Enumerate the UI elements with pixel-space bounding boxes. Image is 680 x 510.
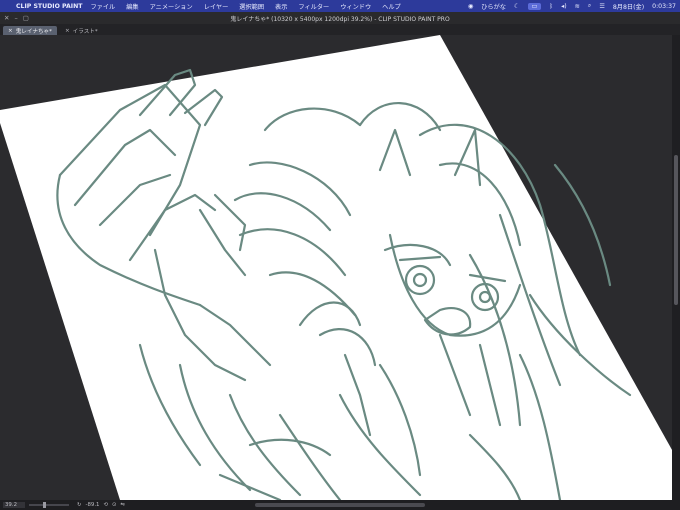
flip-icon[interactable]: ⇋ xyxy=(121,502,126,508)
window-controls: ✕ – ▢ xyxy=(4,12,34,24)
menubar-status-area: ◉ ひらがな ☾ ▭ ᛒ ◂) ≋ ⌕ ☰ 8月8日(金) 0:03:37 xyxy=(460,0,680,12)
menubar-date[interactable]: 8月8日(金) xyxy=(613,2,644,11)
status-bar: 39.2 ↻ -89.1 ⟲ ⊙ ⇋ xyxy=(0,500,680,510)
menu-selection[interactable]: 選択範囲 xyxy=(239,2,264,11)
window-title: 鬼レイナちゃ* (10320 x 5400px 1200dpi 39.2%) -… xyxy=(230,15,450,23)
tab-label: イラスト* xyxy=(72,28,98,35)
zoom-slider-knob[interactable] xyxy=(43,502,46,508)
close-icon[interactable]: ✕ xyxy=(4,14,9,22)
close-tab-icon[interactable]: × xyxy=(8,28,13,34)
volume-icon[interactable]: ◂) xyxy=(561,3,567,10)
horizontal-scrollbar[interactable] xyxy=(255,503,425,507)
wifi-icon[interactable]: ≋ xyxy=(575,3,580,10)
canvas-paper[interactable] xyxy=(0,35,672,500)
menu-edit[interactable]: 編集 xyxy=(126,2,138,11)
rotation-value[interactable]: -89.1 xyxy=(86,502,100,508)
menu-view[interactable]: 表示 xyxy=(275,2,287,11)
display-icon[interactable]: ▭ xyxy=(527,2,542,10)
screen-record-icon[interactable]: ◉ xyxy=(468,3,473,10)
vertical-scroll-thumb[interactable] xyxy=(674,155,678,305)
moon-icon[interactable]: ☾ xyxy=(514,3,520,10)
close-tab-icon[interactable]: × xyxy=(65,28,70,34)
menu-help[interactable]: ヘルプ xyxy=(382,2,401,11)
maximize-icon[interactable]: ▢ xyxy=(23,14,29,22)
zoom-field[interactable]: 39.2 xyxy=(3,502,25,508)
reset-icon[interactable]: ⊙ xyxy=(112,502,117,508)
vertical-scrollbar[interactable] xyxy=(672,35,680,500)
menu-layer[interactable]: レイヤー xyxy=(204,2,229,11)
rotate-left-icon[interactable]: ⟲ xyxy=(103,502,108,508)
zoom-slider[interactable] xyxy=(29,502,69,508)
tab-label: 鬼レイナちゃ* xyxy=(15,28,52,35)
system-menu-bar: CLIP STUDIO PAINT ファイル 編集 アニメーション レイヤー 選… xyxy=(0,0,680,12)
tab-document-1[interactable]: × 鬼レイナちゃ* xyxy=(3,26,57,35)
search-icon[interactable]: ⌕ xyxy=(588,2,591,10)
menu-filter[interactable]: フィルター xyxy=(298,2,329,11)
zoom-value: 39.2 xyxy=(5,502,18,508)
menu-window[interactable]: ウィンドウ xyxy=(340,2,371,11)
minimize-icon[interactable]: – xyxy=(14,14,17,22)
tab-document-2[interactable]: × イラスト* xyxy=(60,26,103,35)
input-method[interactable]: ひらがな xyxy=(481,2,506,11)
window-title-bar: ✕ – ▢ 鬼レイナちゃ* (10320 x 5400px 1200dpi 39… xyxy=(0,12,680,24)
rotation-icon[interactable]: ↻ xyxy=(77,502,82,508)
menu-animation[interactable]: アニメーション xyxy=(150,2,193,11)
canvas-workspace[interactable] xyxy=(0,35,672,500)
rotated-canvas[interactable] xyxy=(0,35,672,500)
control-center-icon[interactable]: ☰ xyxy=(599,3,605,10)
bluetooth-icon[interactable]: ᛒ xyxy=(549,3,553,10)
menubar-time[interactable]: 0:03:37 xyxy=(652,3,676,10)
menu-file[interactable]: ファイル xyxy=(90,2,115,11)
document-tab-bar: × 鬼レイナちゃ* × イラスト* xyxy=(0,24,680,35)
app-menu[interactable]: CLIP STUDIO PAINT xyxy=(16,3,82,10)
